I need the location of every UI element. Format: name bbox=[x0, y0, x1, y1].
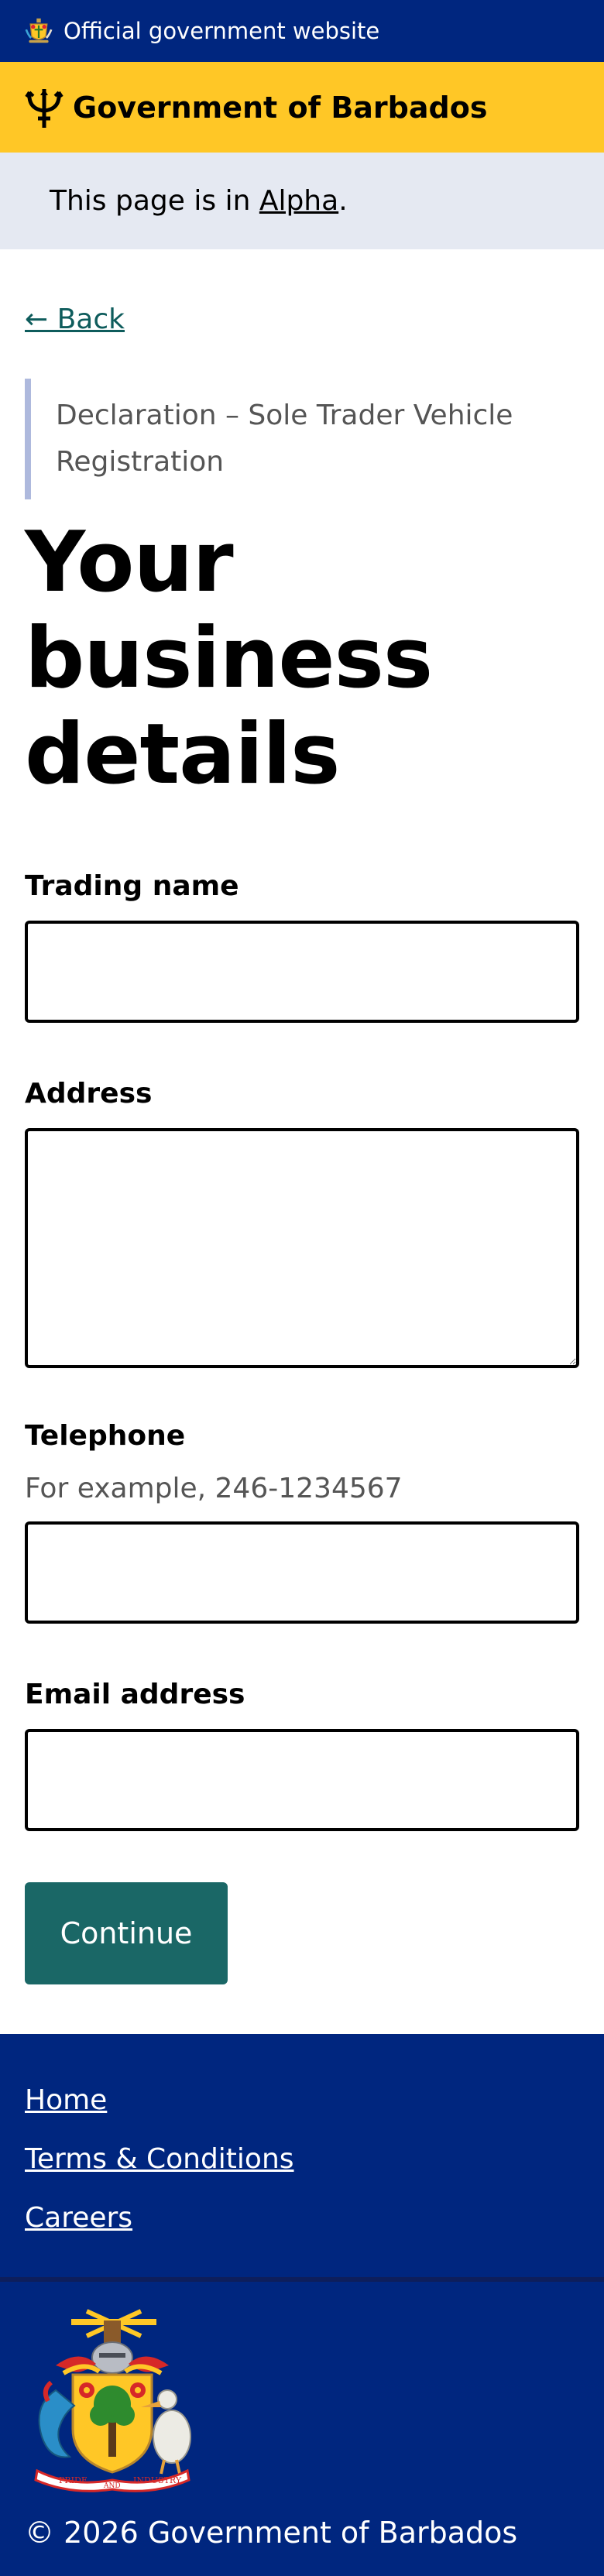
email-label: Email address bbox=[25, 1679, 245, 1710]
motto-word-and: AND bbox=[103, 2482, 121, 2490]
phase-banner-prefix: This page is in bbox=[50, 185, 259, 217]
official-website-banner: Official government website bbox=[0, 0, 604, 62]
phase-link[interactable]: Alpha bbox=[259, 185, 338, 217]
trident-icon bbox=[25, 88, 63, 128]
site-title[interactable]: Government of Barbados bbox=[73, 91, 487, 125]
copyright-text: © 2026 Government of Barbados bbox=[25, 2516, 518, 2550]
phase-banner-suffix: . bbox=[338, 185, 348, 217]
motto-word-industry: INDUSTRY bbox=[133, 2475, 182, 2485]
page-title: Your business details bbox=[25, 514, 433, 803]
footer-link-home[interactable]: Home bbox=[25, 2071, 579, 2130]
main-content: ← Back Declaration – Sole Trader Vehicle… bbox=[0, 249, 604, 1984]
barbados-crest-icon bbox=[25, 18, 53, 43]
trading-name-input[interactable] bbox=[25, 921, 579, 1023]
telephone-input[interactable] bbox=[25, 1521, 579, 1624]
coat-of-arms-icon: PRIDE AND INDUSTRY bbox=[34, 2309, 191, 2492]
telephone-label: Telephone bbox=[25, 1420, 186, 1452]
continue-button[interactable]: Continue bbox=[25, 1882, 228, 1984]
telephone-hint: For example, 246-1234567 bbox=[25, 1473, 403, 1504]
email-field: Email address bbox=[25, 1676, 579, 1831]
official-website-text: Official government website bbox=[63, 18, 380, 44]
footer-link-terms[interactable]: Terms & Conditions bbox=[25, 2130, 579, 2189]
footer-bottom: PRIDE AND INDUSTRY © 2026 Government of … bbox=[0, 2282, 604, 2576]
footer-nav: Home Terms & Conditions Careers bbox=[0, 2034, 604, 2282]
telephone-field: Telephone For example, 246-1234567 bbox=[25, 1418, 579, 1624]
address-textarea[interactable] bbox=[25, 1128, 579, 1368]
footer-link-careers[interactable]: Careers bbox=[25, 2189, 579, 2248]
back-link[interactable]: ← Back bbox=[25, 304, 125, 335]
address-field: Address bbox=[25, 1075, 579, 1368]
brand-header: Government of Barbados bbox=[0, 62, 604, 153]
form-caption: Declaration – Sole Trader Vehicle Regist… bbox=[25, 379, 579, 499]
trading-name-label: Trading name bbox=[25, 870, 239, 902]
motto-word-pride: PRIDE bbox=[59, 2475, 88, 2485]
address-label: Address bbox=[25, 1078, 153, 1110]
phase-banner: This page is in Alpha. bbox=[0, 153, 604, 249]
trading-name-field: Trading name bbox=[25, 868, 579, 1023]
site-footer: Home Terms & Conditions Careers PRIDE AN… bbox=[0, 2034, 604, 2576]
email-input[interactable] bbox=[25, 1729, 579, 1831]
